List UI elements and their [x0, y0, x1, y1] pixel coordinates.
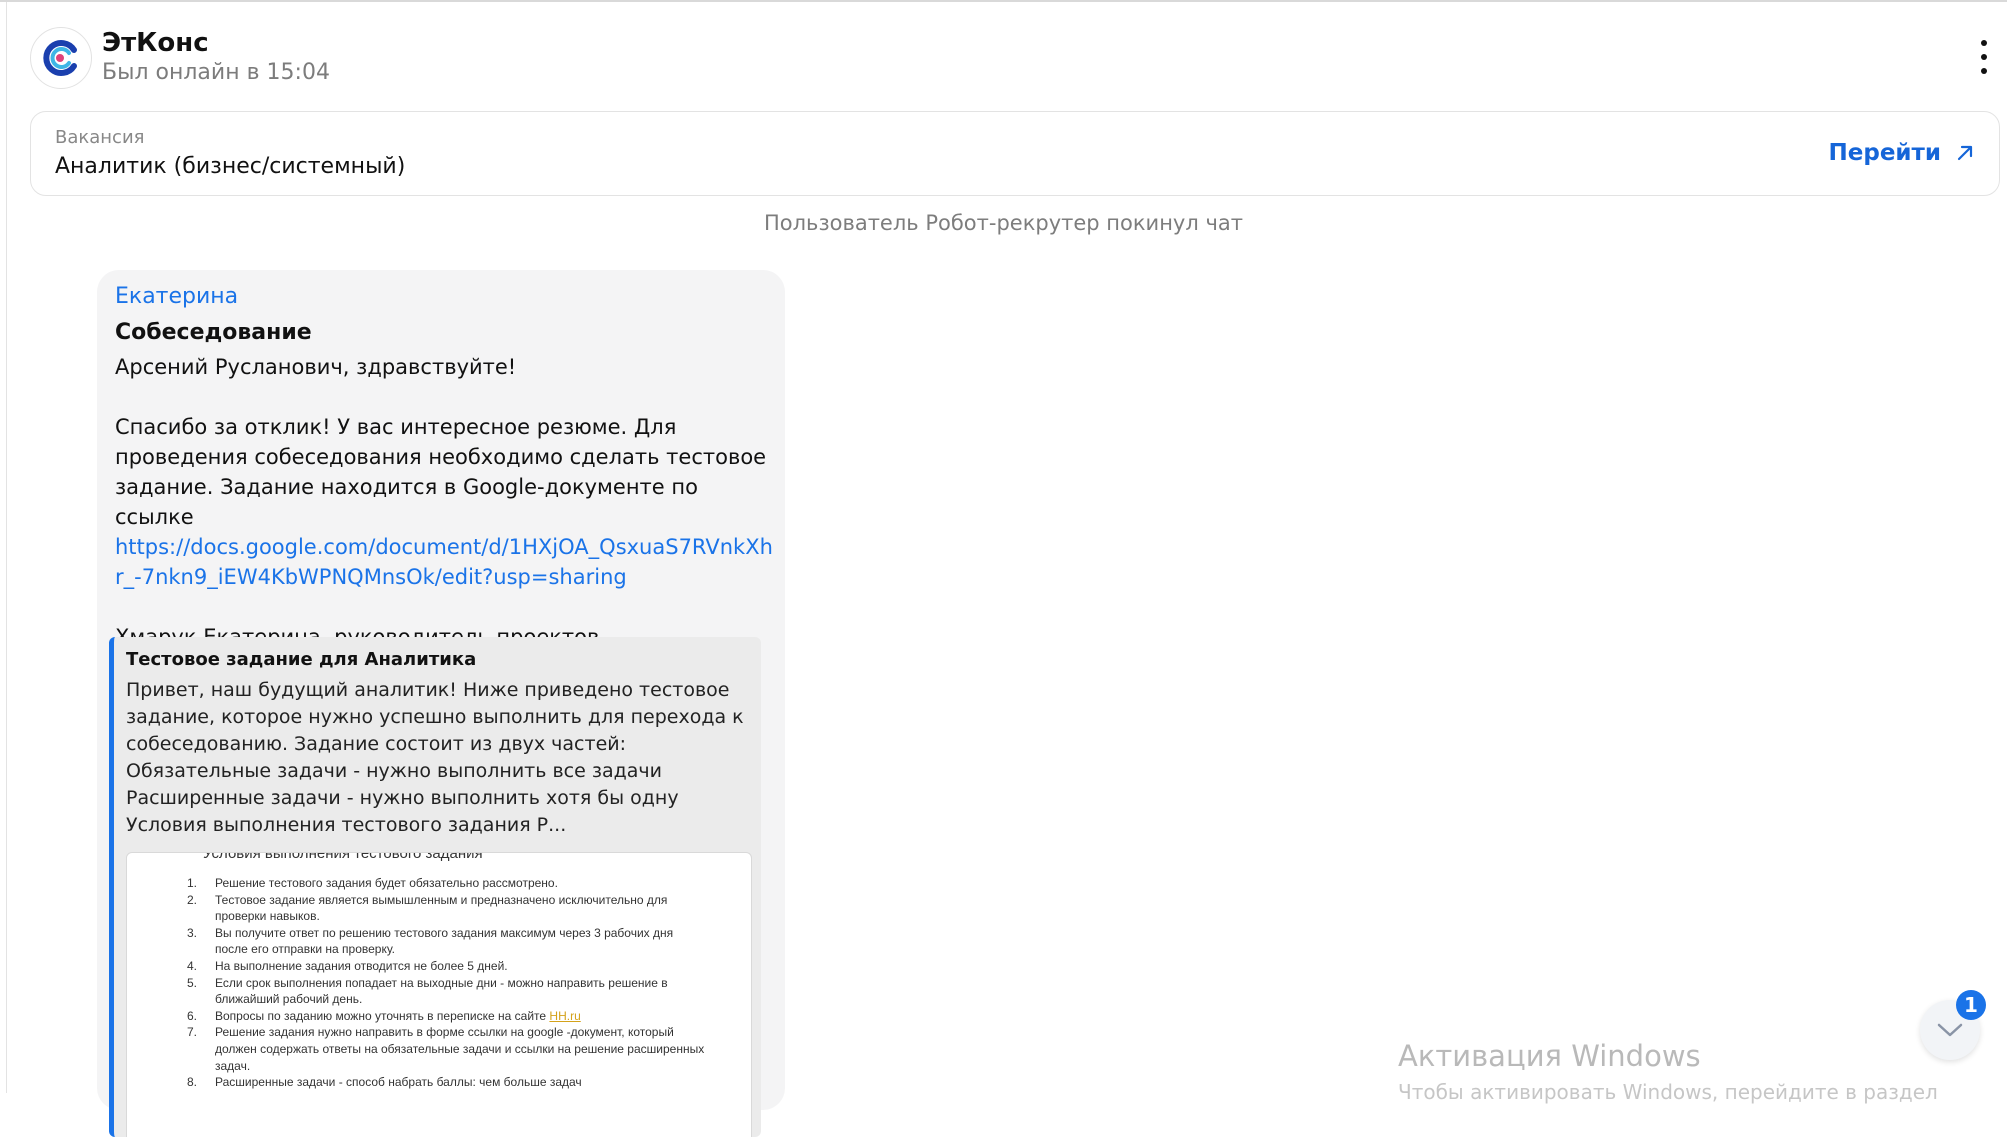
- preview-image-heading: Условия выполнения тестового задания: [203, 852, 483, 862]
- list-item: 2. Тестовое задание является вымышленным …: [187, 892, 668, 924]
- list-item: 8. Расширенные задачи - способ набрать ба…: [187, 1075, 582, 1090]
- goto-vacancy-link[interactable]: Перейти: [1829, 140, 1975, 166]
- message-body: Арсений Русланович, здравствуйте! Спасиб…: [115, 352, 775, 652]
- chevron-down-icon: [1937, 1023, 1963, 1037]
- windows-activation-title: Активация Windows: [1398, 1039, 1701, 1073]
- arrow-up-right-icon: [1957, 145, 1973, 161]
- top-divider: [0, 0, 2007, 2]
- list-item: 3. Вы получите ответ по решению тестового…: [187, 925, 674, 957]
- preview-title: Тестовое задание для Аналитика: [126, 649, 477, 670]
- chat-status: Был онлайн в 15:04: [102, 60, 330, 85]
- etkons-logo-icon: [43, 40, 77, 76]
- list-item: 7. Решение задания нужно направить в форм…: [187, 1025, 705, 1073]
- list-item: 6. Вопросы по заданию можно уточнять в пе…: [187, 1008, 581, 1023]
- preview-description: Привет, наш будущий аналитик! Ниже приве…: [126, 679, 744, 836]
- document-link[interactable]: https://docs.google.com/document/d/1HXjO…: [115, 535, 773, 589]
- windows-activation-subtitle: Чтобы активировать Windows, перейдите в …: [1398, 1080, 1938, 1104]
- message-sender[interactable]: Екатерина: [115, 284, 238, 309]
- message-subject: Собеседование: [115, 320, 312, 345]
- list-item: 4. На выполнение задания отводится не бол…: [187, 958, 508, 973]
- vacancy-card: Вакансия Аналитик (бизнес/системный) Пер…: [30, 111, 2000, 196]
- preview-image[interactable]: Условия выполнения тестового задания 1. Р…: [126, 852, 752, 1137]
- link-preview[interactable]: Тестовое задание для Аналитика Привет, н…: [109, 637, 761, 1137]
- preview-image-list: 1. Решение тестового задания будет обязат…: [187, 875, 707, 1091]
- goto-label: Перейти: [1828, 140, 1941, 166]
- message-bubble: Екатерина Собеседование Арсений Русланов…: [97, 270, 785, 1137]
- message-greeting: Арсений Русланович, здравствуйте!: [115, 355, 517, 379]
- left-divider: [6, 2, 7, 1093]
- vacancy-title: Аналитик (бизнес/системный): [55, 154, 406, 179]
- menu-kebab-icon[interactable]: [1972, 40, 1996, 74]
- list-item: 1. Решение тестового задания будет обязат…: [187, 876, 558, 890]
- hh-link: HH.ru: [549, 1008, 581, 1023]
- vacancy-label: Вакансия: [55, 127, 145, 148]
- chat-title: ЭтКонс: [102, 28, 209, 58]
- unread-badge: 1: [1956, 990, 1986, 1020]
- message-paragraph: Спасибо за отклик! У вас интересное резю…: [115, 415, 767, 529]
- list-item: 5. Если срок выполнения попадает на выход…: [187, 975, 668, 1007]
- chat-avatar[interactable]: [30, 27, 92, 89]
- system-message: Пользователь Робот-рекрутер покинул чат: [764, 211, 1243, 235]
